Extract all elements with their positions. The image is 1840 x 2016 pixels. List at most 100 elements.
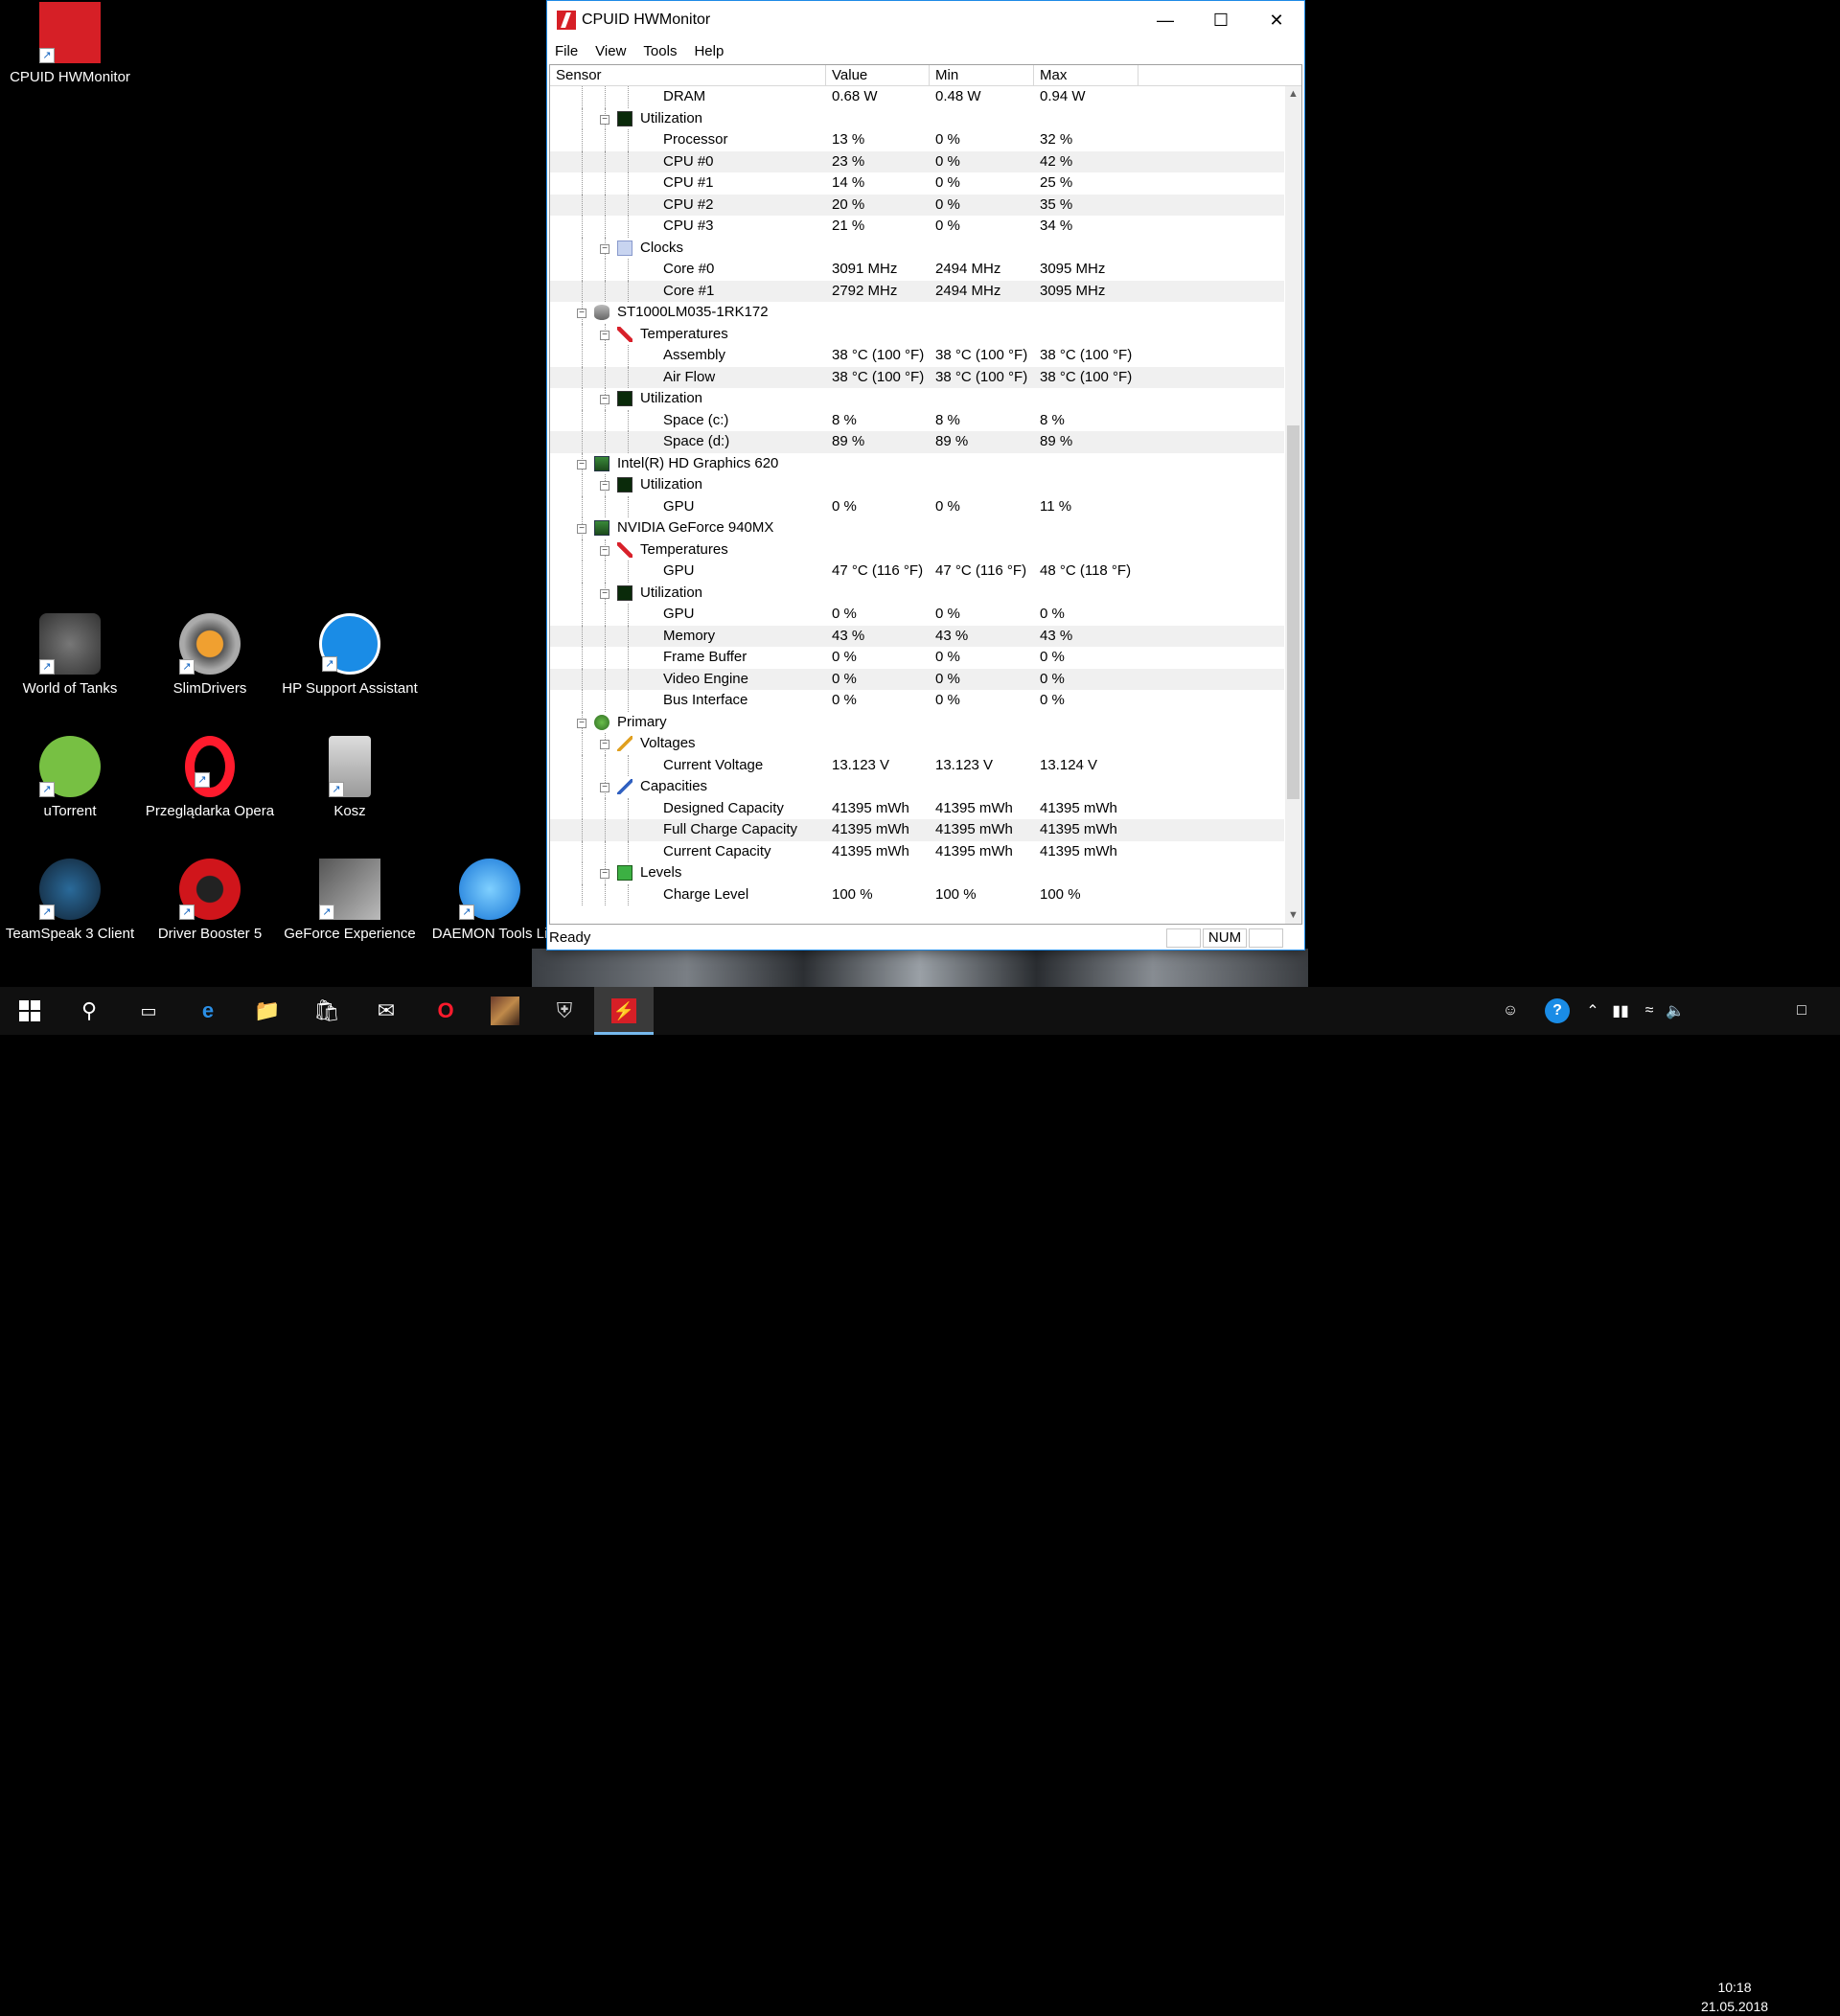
column-min[interactable]: Min bbox=[930, 65, 1034, 85]
column-max[interactable]: Max bbox=[1034, 65, 1138, 85]
taskbar-opera[interactable]: O bbox=[416, 987, 475, 1035]
table-row[interactable]: Space (c:) 8 % 8 % 8 % bbox=[550, 409, 1284, 431]
table-row[interactable]: − Clocks bbox=[550, 237, 1284, 259]
tray-volume[interactable]: 🔈 bbox=[1664, 987, 1687, 1035]
start-button[interactable] bbox=[0, 987, 59, 1035]
table-row[interactable]: − Levels bbox=[550, 862, 1284, 884]
table-row[interactable]: CPU #0 23 % 0 % 42 % bbox=[550, 150, 1284, 172]
table-row[interactable]: − Utilization bbox=[550, 388, 1284, 410]
table-row[interactable]: Core #0 3091 MHz 2494 MHz 3095 MHz bbox=[550, 259, 1284, 281]
taskbar-world-of-tanks[interactable]: ⛨ bbox=[535, 987, 594, 1035]
tray-people[interactable]: ☺ bbox=[1491, 987, 1530, 1035]
collapse-toggle-icon[interactable]: − bbox=[577, 309, 586, 318]
collapse-toggle-icon[interactable]: − bbox=[577, 459, 586, 470]
action-center-button[interactable]: □ bbox=[1784, 987, 1819, 1035]
table-row[interactable]: Current Capacity 41395 mWh 41395 mWh 41395 … bbox=[550, 840, 1284, 862]
sensor-tree[interactable]: Sensor Value Min Max DRAM 0.68 W 0.48 W 0.9… bbox=[549, 64, 1302, 925]
taskbar-explorer[interactable]: 📁 bbox=[238, 987, 297, 1035]
scroll-thumb[interactable] bbox=[1287, 425, 1300, 799]
table-row[interactable]: DRAM 0.68 W 0.48 W 0.94 W bbox=[550, 86, 1284, 108]
taskbar-edge[interactable]: e bbox=[178, 987, 238, 1035]
desktop-icon[interactable]: ↗ Driver Booster 5 bbox=[140, 859, 280, 942]
desktop-icon[interactable]: ↗ World of Tanks bbox=[0, 613, 140, 697]
collapse-toggle-icon[interactable]: − bbox=[600, 588, 610, 599]
minimize-button[interactable]: — bbox=[1138, 1, 1193, 39]
tray-battery[interactable]: ▮▮ bbox=[1608, 987, 1633, 1035]
vertical-scrollbar[interactable]: ▲ ▼ bbox=[1285, 86, 1301, 924]
table-row[interactable]: Assembly 38 °C (100 °F) 38 °C (100 °F) 38 °… bbox=[550, 345, 1284, 367]
scroll-down-arrow-icon[interactable]: ▼ bbox=[1285, 907, 1301, 924]
table-row[interactable]: GPU 0 % 0 % 11 % bbox=[550, 495, 1284, 517]
collapse-toggle-icon[interactable]: − bbox=[600, 783, 610, 792]
desktop-icon[interactable]: ↗ SlimDrivers bbox=[140, 613, 280, 697]
table-row[interactable]: Memory 43 % 43 % 43 % bbox=[550, 625, 1284, 647]
collapse-toggle-icon[interactable]: − bbox=[600, 545, 610, 556]
collapse-toggle-icon[interactable]: − bbox=[600, 114, 610, 125]
close-button[interactable]: ✕ bbox=[1249, 1, 1304, 39]
table-row[interactable]: − Intel(R) HD Graphics 620 bbox=[550, 452, 1284, 474]
tray-hp-support[interactable]: ? bbox=[1541, 987, 1574, 1035]
table-row[interactable]: − Utilization bbox=[550, 582, 1284, 604]
collapse-toggle-icon[interactable]: − bbox=[600, 740, 610, 749]
table-row[interactable]: − Capacities bbox=[550, 776, 1284, 798]
table-row[interactable]: − Voltages bbox=[550, 733, 1284, 755]
table-row[interactable]: CPU #3 21 % 0 % 34 % bbox=[550, 216, 1284, 238]
title-bar[interactable]: CPUID HWMonitor — ☐ ✕ bbox=[547, 1, 1304, 39]
table-row[interactable]: GPU 47 °C (116 °F) 47 °C (116 °F) 48 °C (11… bbox=[550, 561, 1284, 583]
table-row[interactable]: − NVIDIA GeForce 940MX bbox=[550, 517, 1284, 539]
menu-help[interactable]: Help bbox=[694, 43, 724, 59]
table-row[interactable]: Air Flow 38 °C (100 °F) 38 °C (100 °F) 38 °… bbox=[550, 366, 1284, 388]
scroll-up-arrow-icon[interactable]: ▲ bbox=[1285, 86, 1301, 103]
menu-tools[interactable]: Tools bbox=[643, 43, 677, 59]
table-row[interactable]: − Utilization bbox=[550, 107, 1284, 129]
desktop-icon[interactable]: ↗ uTorrent bbox=[0, 736, 140, 819]
table-row[interactable]: − Primary bbox=[550, 711, 1284, 733]
clock[interactable]: 10:18 21.05.2018 bbox=[1682, 1978, 1787, 2016]
desktop-icon[interactable]: ↗ DAEMON Tools Li bbox=[420, 859, 560, 942]
collapse-toggle-icon[interactable]: − bbox=[600, 330, 610, 340]
desktop-icon[interactable]: ↗ TeamSpeak 3 Client bbox=[0, 859, 140, 942]
collapse-toggle-icon[interactable]: − bbox=[600, 869, 610, 879]
task-view-button[interactable]: ▭ bbox=[119, 987, 178, 1035]
desktop-icon[interactable]: ↗ CPUID HWMonitor bbox=[0, 2, 140, 85]
collapse-toggle-icon[interactable]: − bbox=[600, 243, 610, 254]
desktop-icon[interactable]: ↗ HP Support Assistant bbox=[280, 613, 420, 697]
taskbar-mail[interactable]: ✉ bbox=[356, 987, 416, 1035]
maximize-button[interactable]: ☐ bbox=[1193, 1, 1249, 39]
table-row[interactable]: Video Engine 0 % 0 % 0 % bbox=[550, 668, 1284, 690]
menu-file[interactable]: File bbox=[555, 43, 578, 59]
table-row[interactable]: − ST1000LM035-1RK172 bbox=[550, 302, 1284, 324]
tray-network[interactable]: ≈ bbox=[1637, 987, 1662, 1035]
table-row[interactable]: Space (d:) 89 % 89 % 89 % bbox=[550, 431, 1284, 453]
table-row[interactable]: − Temperatures bbox=[550, 538, 1284, 561]
sensor-value: 0 % bbox=[832, 606, 857, 622]
table-row[interactable]: GPU 0 % 0 % 0 % bbox=[550, 604, 1284, 626]
table-row[interactable]: Core #1 2792 MHz 2494 MHz 3095 MHz bbox=[550, 280, 1284, 302]
collapse-toggle-icon[interactable]: − bbox=[577, 718, 586, 728]
tray-show-hidden[interactable]: ⌃ bbox=[1581, 987, 1604, 1035]
collapse-toggle-icon[interactable]: − bbox=[600, 395, 610, 404]
desktop-icon[interactable]: ↗ Przeglądarka Opera bbox=[140, 736, 280, 819]
taskbar-hwmonitor[interactable]: ⚡ bbox=[594, 987, 654, 1035]
table-row[interactable]: Frame Buffer 0 % 0 % 0 % bbox=[550, 647, 1284, 669]
table-row[interactable]: CPU #2 20 % 0 % 35 % bbox=[550, 194, 1284, 216]
collapse-toggle-icon[interactable]: − bbox=[577, 524, 586, 534]
table-row[interactable]: Current Voltage 13.123 V 13.123 V 13.124 V bbox=[550, 754, 1284, 776]
table-row[interactable]: Processor 13 % 0 % 32 % bbox=[550, 129, 1284, 151]
taskbar-game[interactable] bbox=[475, 987, 535, 1035]
collapse-toggle-icon[interactable]: − bbox=[600, 481, 610, 491]
desktop-icon[interactable]: ↗ Kosz bbox=[280, 736, 420, 819]
table-row[interactable]: − Temperatures bbox=[550, 323, 1284, 345]
table-row[interactable]: Designed Capacity 41395 mWh 41395 mWh 41395… bbox=[550, 797, 1284, 819]
taskbar-store[interactable]: 🛍 bbox=[297, 987, 356, 1035]
desktop-icon[interactable]: ↗ GeForce Experience bbox=[280, 859, 420, 942]
table-row[interactable]: Charge Level 100 % 100 % 100 % bbox=[550, 883, 1284, 905]
menu-view[interactable]: View bbox=[595, 43, 626, 59]
search-button[interactable]: ⚲ bbox=[59, 987, 119, 1035]
column-value[interactable]: Value bbox=[826, 65, 930, 85]
column-sensor[interactable]: Sensor bbox=[550, 65, 826, 85]
table-row[interactable]: CPU #1 14 % 0 % 25 % bbox=[550, 172, 1284, 195]
table-row[interactable]: Full Charge Capacity 41395 mWh 41395 mWh 41… bbox=[550, 819, 1284, 841]
table-row[interactable]: Bus Interface 0 % 0 % 0 % bbox=[550, 690, 1284, 712]
table-row[interactable]: − Utilization bbox=[550, 474, 1284, 496]
